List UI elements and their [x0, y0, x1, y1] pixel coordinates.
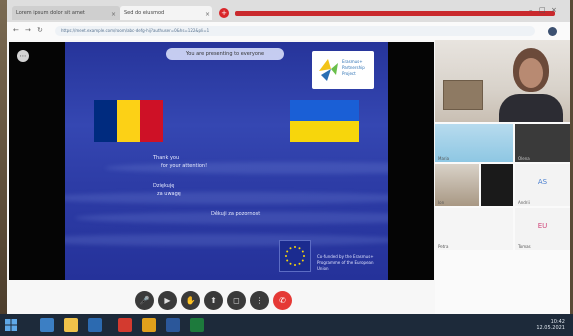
- minimize-icon[interactable]: –: [529, 6, 533, 14]
- slide-wave: [65, 234, 388, 246]
- captions-icon[interactable]: ◻: [227, 291, 246, 310]
- browser-tab-2[interactable]: Sed do eiusmod: [120, 6, 212, 20]
- url-field[interactable]: https://meet.example.com/room/abc-defg-h…: [55, 26, 535, 36]
- forward-icon[interactable]: →: [25, 26, 31, 34]
- file-explorer-icon[interactable]: [64, 318, 78, 332]
- participant-initials: AS: [537, 178, 548, 186]
- presentation-menu-icon[interactable]: ⋯: [17, 50, 29, 62]
- eu-funding-text: Co-funded by the Erasmus+ Programme of t…: [317, 254, 374, 271]
- participant-name: Tomas: [518, 244, 531, 249]
- slide-text-line: Dziękuję: [153, 183, 175, 189]
- end-call-icon[interactable]: ✆: [273, 291, 292, 310]
- logo-text: Erasmus+ Partnership Project: [342, 59, 365, 76]
- maximize-icon[interactable]: □: [539, 6, 546, 14]
- participant-name: Andrii: [518, 200, 530, 205]
- presenting-banner[interactable]: You are presenting to everyone: [166, 48, 284, 60]
- slide-text-line: for your attention!: [161, 163, 208, 169]
- clock-date: 12.05.2021: [536, 325, 565, 331]
- participant-name: Ion: [438, 200, 445, 205]
- shared-slide: You are presenting to everyone Erasmus+ …: [65, 42, 388, 280]
- new-tab-button[interactable]: +: [219, 8, 229, 18]
- more-icon[interactable]: ⋮: [250, 291, 269, 310]
- close-tab-icon[interactable]: ×: [111, 11, 116, 18]
- browser-tab-1[interactable]: Lorem ipsum dolor sit amet: [12, 6, 120, 20]
- project-logo: Erasmus+ Partnership Project: [312, 51, 374, 89]
- participant-initials: EU: [537, 222, 548, 230]
- mic-icon[interactable]: 🎤: [135, 291, 154, 310]
- participant-video-main[interactable]: [435, 40, 570, 122]
- reload-icon[interactable]: ↻: [37, 26, 43, 34]
- excel-icon[interactable]: [190, 318, 204, 332]
- windows-taskbar: 10:42 12.05.2021: [0, 314, 573, 336]
- eu-stars-icon: [285, 246, 305, 266]
- red-notification-bar: [235, 11, 555, 16]
- participant-name: Olena: [518, 156, 530, 161]
- slide-wave: [65, 192, 388, 204]
- back-icon[interactable]: ←: [13, 26, 19, 34]
- participants-panel: Maria Olena Ion AS Andrii Petra EU Tomas: [435, 40, 570, 314]
- logo-mark-icon: [319, 59, 338, 81]
- tab-bar: Lorem ipsum dolor sit amet × Sed do eius…: [7, 0, 570, 22]
- windows-start-icon[interactable]: [4, 318, 18, 332]
- meeting-area: ⋯ You are presenting to everyone Erasmus…: [7, 40, 570, 314]
- eu-flag: [279, 240, 311, 272]
- participant-tile[interactable]: Olena: [515, 124, 570, 162]
- close-window-icon[interactable]: ×: [551, 6, 557, 14]
- taskbar-clock[interactable]: 10:42 12.05.2021: [536, 319, 565, 331]
- ukrainian-flag: [290, 100, 359, 142]
- taskbar-app-icon[interactable]: [88, 318, 102, 332]
- profile-avatar[interactable]: [548, 27, 557, 36]
- taskbar-app-icon[interactable]: [118, 318, 132, 332]
- browser-window: Lorem ipsum dolor sit amet × Sed do eius…: [7, 0, 570, 314]
- close-tab-icon[interactable]: ×: [205, 11, 210, 18]
- presentation-stage: ⋯ You are presenting to everyone Erasmus…: [9, 42, 434, 280]
- participant-face: [519, 58, 543, 88]
- chrome-icon[interactable]: [142, 318, 156, 332]
- slide-text-line: Thank you: [153, 155, 180, 161]
- participant-name: Petra: [438, 244, 449, 249]
- hand-icon[interactable]: ✋: [181, 291, 200, 310]
- participant-tile[interactable]: [481, 164, 513, 206]
- word-icon[interactable]: [166, 318, 180, 332]
- taskbar-search-icon[interactable]: [40, 318, 54, 332]
- present-icon[interactable]: ⬆: [204, 291, 223, 310]
- participant-tile[interactable]: EU Tomas: [515, 208, 570, 250]
- romanian-flag: [94, 100, 163, 142]
- participant-tile[interactable]: Maria: [435, 124, 513, 162]
- background-shelf: [443, 80, 483, 110]
- participant-name: Maria: [438, 156, 450, 161]
- participant-tile[interactable]: AS Andrii: [515, 164, 570, 206]
- participant-tile[interactable]: Ion: [435, 164, 479, 206]
- camera-icon[interactable]: ▶: [158, 291, 177, 310]
- participant-body: [499, 94, 563, 122]
- slide-wave: [105, 162, 388, 174]
- slide-text-line: za uwagę: [157, 191, 181, 197]
- slide-text-line: Děkuji za pozornost: [211, 211, 261, 217]
- participant-tile[interactable]: Petra: [435, 208, 513, 250]
